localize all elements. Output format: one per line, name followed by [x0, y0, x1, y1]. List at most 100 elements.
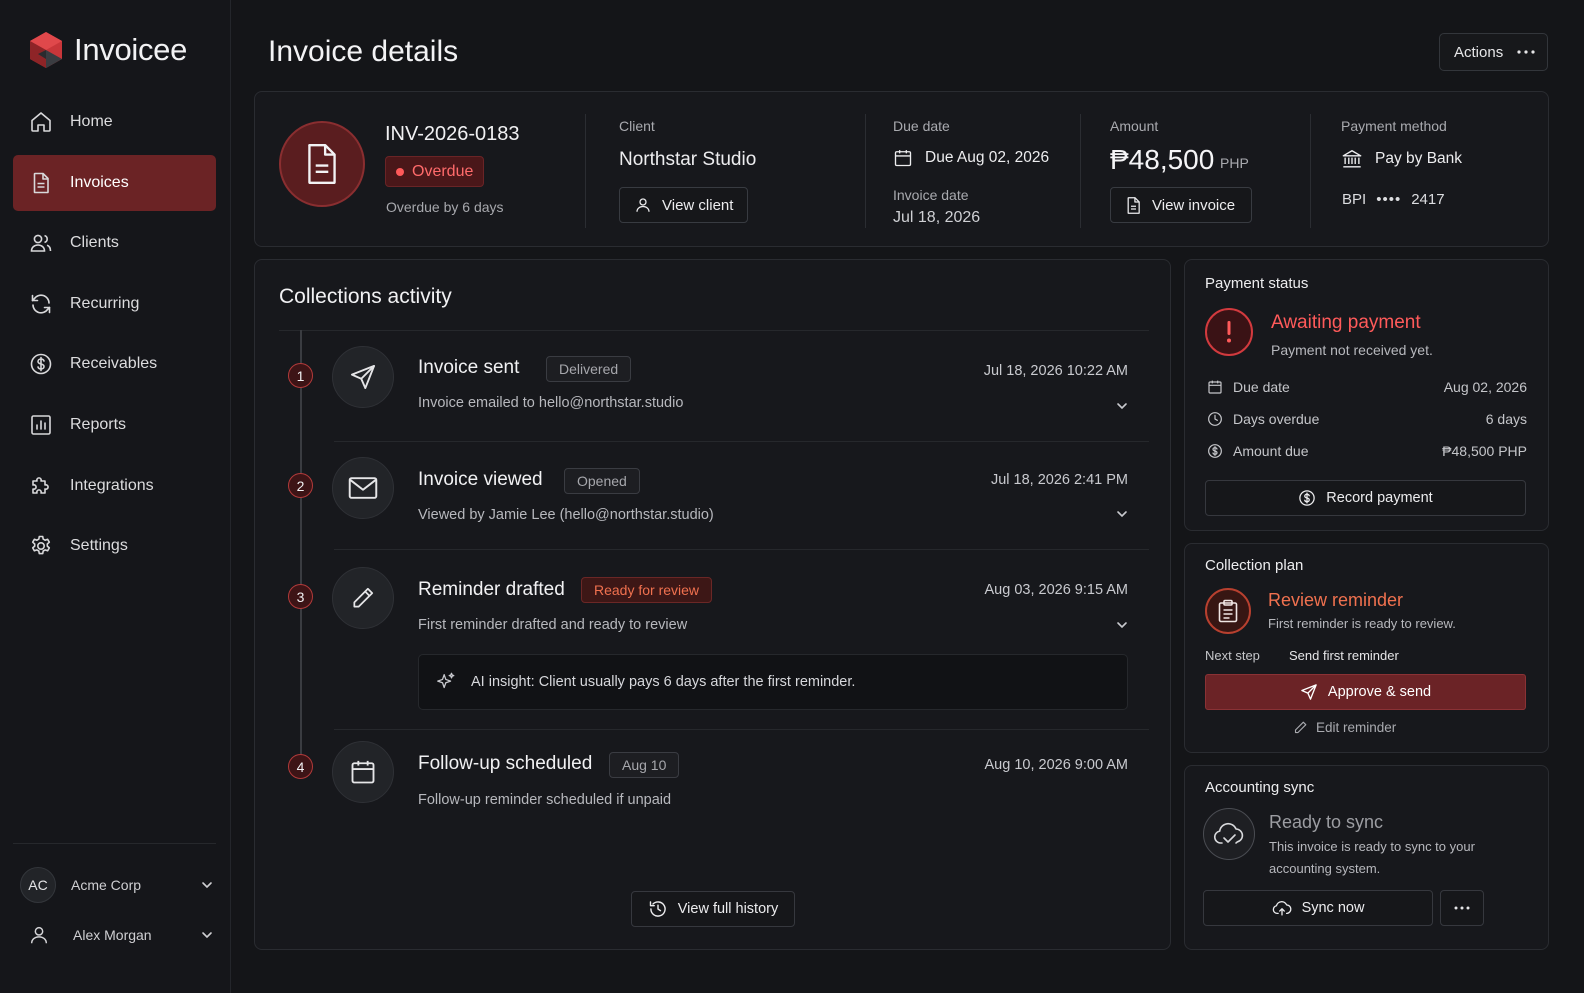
org-avatar: AC [20, 867, 56, 903]
sidebar-item-receivables[interactable]: Receivables [13, 336, 216, 392]
view-invoice-label: View invoice [1152, 196, 1236, 214]
pencil-icon [1294, 721, 1307, 734]
sidebar-item-clients[interactable]: Clients [13, 215, 216, 271]
invoice-date-value: Jul 18, 2026 [893, 209, 981, 226]
row-label: Days overdue [1233, 411, 1320, 427]
sidebar-item-label: Integrations [70, 476, 154, 494]
next-step-label: Next step [1205, 648, 1260, 663]
chevron-down-icon[interactable] [1114, 398, 1130, 414]
invoice-date-label: Invoice date [893, 187, 969, 203]
edit-reminder-link[interactable]: Edit reminder [1293, 720, 1396, 735]
bank-name: BPI [1342, 191, 1367, 208]
gear-icon [31, 535, 51, 555]
row-label: Due date [1233, 379, 1290, 395]
chevron-down-icon[interactable] [1114, 506, 1130, 522]
ai-insight-box: AI insight: Client usually pays 6 days a… [418, 654, 1128, 710]
actions-button[interactable]: Actions [1439, 33, 1548, 71]
event-time: Jul 18, 2026 10:22 AM [983, 363, 1128, 379]
cloud-check-icon [1203, 808, 1255, 860]
user-name: Alex Morgan [73, 927, 152, 943]
puzzle-icon [32, 476, 49, 494]
view-invoice-button[interactable]: View invoice [1110, 187, 1252, 223]
plan-subtext: First reminder is ready to review. [1268, 616, 1456, 631]
row-value: Aug 02, 2026 [1443, 379, 1527, 395]
dollar-icon [1208, 444, 1222, 458]
amount-label: Amount [1110, 118, 1159, 134]
calendar-icon [332, 741, 394, 803]
dollar-icon [30, 354, 52, 375]
sidebar-item-reports[interactable]: Reports [13, 397, 216, 453]
sidebar-item-home[interactable]: Home [13, 94, 216, 150]
event-description: Invoice emailed to hello@northstar.studi… [418, 395, 684, 411]
sync-more-button[interactable] [1440, 890, 1484, 926]
collections-activity-card: Collections activity 1 Invoice sent Deli… [254, 259, 1171, 950]
send-icon [332, 346, 394, 408]
org-switcher[interactable]: AC Acme Corp [20, 865, 215, 905]
org-name: Acme Corp [71, 877, 142, 893]
chevron-down-icon [202, 882, 212, 889]
view-client-button[interactable]: View client [619, 187, 748, 223]
sidebar-item-label: Invoices [70, 173, 129, 191]
sidebar-item-settings[interactable]: Settings [13, 518, 216, 574]
event-title: Reminder drafted [418, 579, 565, 600]
record-payment-label: Record payment [1326, 490, 1433, 506]
amount-currency: PHP [1220, 155, 1249, 171]
payment-method: Pay by Bank [1341, 148, 1462, 170]
payment-status-card: Payment status Awaiting payment Payment … [1184, 259, 1549, 531]
approve-send-button[interactable]: Approve & send [1205, 674, 1526, 710]
calendar-icon [894, 150, 912, 167]
divider [334, 729, 1149, 730]
view-full-history-button[interactable]: View full history [631, 891, 795, 927]
view-full-history-label: View full history [677, 901, 779, 917]
status-badge: Overdue [385, 156, 485, 187]
ai-insight-text: AI insight: Client usually pays 6 days a… [471, 674, 856, 690]
mail-icon [332, 457, 394, 519]
sidebar-item-label: Home [70, 113, 113, 130]
file-icon [33, 172, 49, 193]
clipboard-icon [1205, 588, 1251, 634]
actions-label: Actions [1454, 43, 1504, 61]
step-number: 3 [288, 584, 313, 609]
status-dot [396, 167, 404, 176]
sidebar-item-label: Receivables [70, 355, 158, 373]
invoice-document-icon [279, 121, 365, 207]
event-description: Follow-up reminder scheduled if unpaid [418, 792, 672, 808]
sidebar-nav: Home Invoices Clients Recurring Receivab… [13, 94, 216, 579]
days-overdue-row: Days overdue 6 days [1207, 408, 1527, 430]
bank-account: BPI •••• 2417 [1342, 191, 1445, 208]
sync-subtext-line2: accounting system. [1269, 861, 1381, 876]
view-client-label: View client [662, 196, 734, 214]
due-date-row: Due date Aug 02, 2026 [1207, 376, 1527, 398]
payment-method-label: Payment method [1341, 118, 1447, 134]
calendar-icon [1208, 380, 1222, 394]
sidebar-item-invoices[interactable]: Invoices [13, 154, 216, 211]
app-logo[interactable]: Invoicee [28, 30, 187, 70]
chevron-down-icon[interactable] [1114, 617, 1130, 633]
sidebar-item-label: Clients [70, 234, 119, 252]
client-name: Northstar Studio [619, 149, 757, 170]
sidebar-item-integrations[interactable]: Integrations [13, 458, 216, 514]
event-badge: Opened [564, 468, 640, 494]
section-title: Collections activity [279, 285, 452, 308]
event-description: Viewed by Jamie Lee (hello@northstar.stu… [418, 507, 714, 523]
event-badge: Ready for review [581, 577, 713, 603]
user-menu[interactable]: Alex Morgan [28, 917, 215, 953]
plan-headline: Review reminder [1268, 590, 1404, 610]
divider [1080, 114, 1081, 228]
alert-icon [1205, 308, 1253, 356]
row-value: ₱48,500 PHP [1442, 443, 1527, 459]
row-label: Amount due [1233, 443, 1309, 459]
due-date-label: Due date [893, 118, 950, 134]
sidebar-item-recurring[interactable]: Recurring [13, 276, 216, 332]
logo-mark-icon [30, 32, 62, 68]
sync-now-button[interactable]: Sync now [1203, 890, 1433, 926]
divider [865, 114, 866, 228]
user-icon [30, 926, 48, 944]
sidebar-item-label: Recurring [70, 294, 140, 312]
sidebar: Invoicee Home Invoices Clients Recurring… [0, 0, 231, 993]
record-payment-button[interactable]: Record payment [1205, 480, 1526, 516]
divider [279, 330, 1149, 331]
next-step-value: Send first reminder [1289, 648, 1399, 663]
row-value: 6 days [1485, 411, 1527, 427]
step-number: 1 [288, 363, 313, 388]
